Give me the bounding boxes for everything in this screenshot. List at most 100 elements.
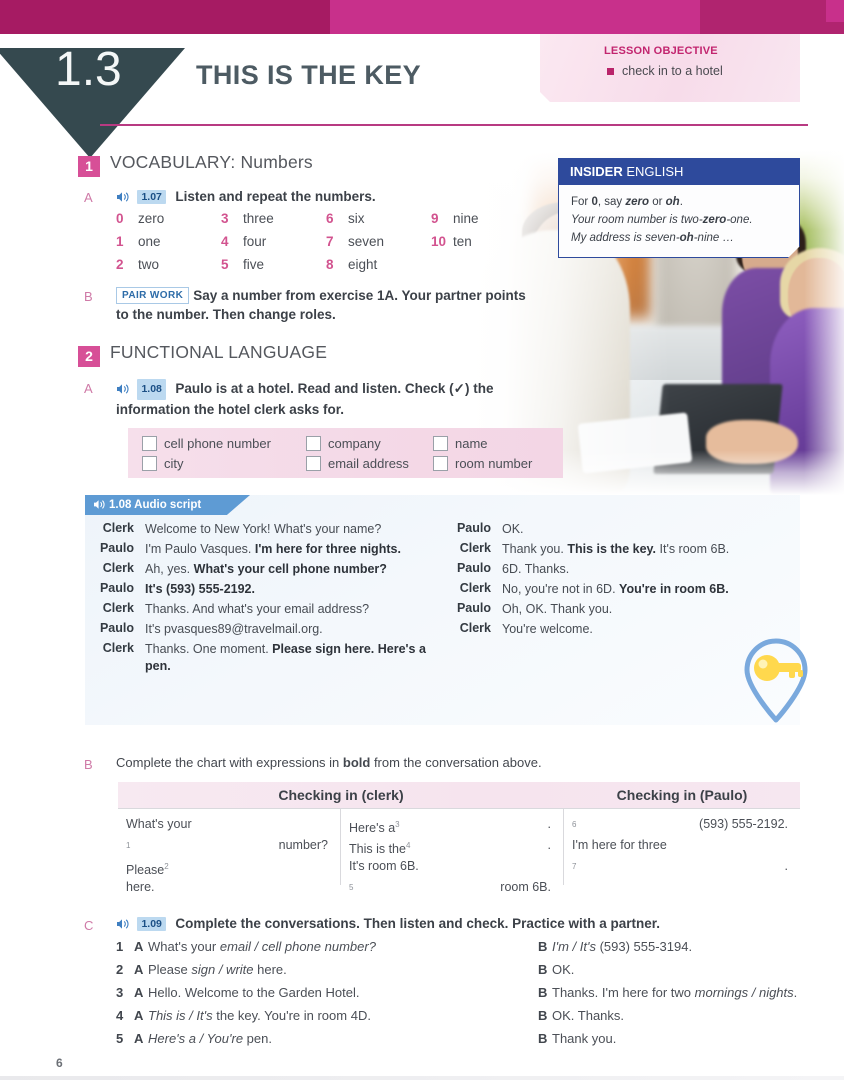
- script-line: Clerk Thanks. One moment. Please sign her…: [85, 641, 442, 675]
- speaker-b-text[interactable]: OK. Thanks.: [552, 1008, 624, 1023]
- number-item: 0 zero: [116, 211, 221, 226]
- checkbox-input[interactable]: [142, 436, 157, 451]
- speaker-b-label: B: [538, 939, 548, 954]
- header-rule: [100, 124, 808, 126]
- script-text: Thank you. This is the key. It's room 6B…: [502, 541, 729, 558]
- chart-line-text: Please: [126, 863, 165, 878]
- chart-line-right: number?: [278, 838, 328, 852]
- speaker-a-text[interactable]: Here's a / You're pen.: [148, 1031, 538, 1046]
- checkbox-input[interactable]: [306, 456, 321, 471]
- numeral: 7: [326, 234, 334, 249]
- header-band-right: [700, 0, 844, 34]
- script-line: Clerk No, you're not in 6D. You're in roo…: [442, 581, 799, 598]
- numeral: 1: [116, 234, 124, 249]
- speaker-icon[interactable]: [116, 190, 130, 208]
- chart-line-text: It's room 6B.: [349, 859, 419, 873]
- t: Please: [148, 962, 192, 977]
- chart-line: here.: [126, 877, 332, 898]
- t: Oh, OK. Thank you.: [502, 602, 613, 616]
- t: Your room number is two-: [571, 214, 703, 226]
- checkbox-input[interactable]: [433, 456, 448, 471]
- instruction-text: Complete the conversations. Then listen …: [175, 916, 660, 931]
- t: .: [679, 196, 683, 208]
- checking-in-chart: Checking in (clerk) Checking in (Paulo) …: [118, 782, 800, 894]
- t: Welcome to New York! What's your name?: [145, 522, 382, 536]
- t: OK.: [552, 962, 575, 977]
- checkbox-input[interactable]: [142, 456, 157, 471]
- checkbox-input[interactable]: [306, 436, 321, 451]
- numeral: 8: [326, 257, 334, 272]
- chart-cell-clerk-1[interactable]: What's your 1 number? Please2 here.: [118, 809, 341, 894]
- chart-line-text: This is the: [349, 842, 406, 857]
- audio-track-badge-109[interactable]: 1.09: [137, 917, 166, 931]
- t: or: [649, 196, 666, 208]
- chart-cell-paulo[interactable]: 6 (593) 555-2192. I'm here for three 7.: [564, 809, 800, 885]
- chart-line-text: here.: [126, 880, 155, 894]
- speaker-b-text[interactable]: Thanks. I'm here for two mornings / nigh…: [552, 985, 797, 1000]
- exercise-2c-instruction: 1.09 Complete the conversations. Then li…: [116, 915, 660, 935]
- script-speaker: Clerk: [459, 541, 491, 555]
- numeral: 4: [221, 234, 229, 249]
- speaker-b-text[interactable]: I'm / It's (593) 555-3194.: [552, 939, 692, 954]
- t: zero: [625, 196, 649, 208]
- speaker-a-text[interactable]: Please sign / write here.: [148, 962, 538, 977]
- chart-blank-marker: 4: [405, 841, 411, 850]
- t: Complete the chart with expressions in: [116, 755, 343, 770]
- conversation-number: 1: [116, 939, 124, 954]
- numbers-grid: 0 zero 3 three 6 six 9 nine 1 one 4 four 7 seve…: [116, 211, 536, 280]
- speaker-b-text[interactable]: OK.: [552, 962, 574, 977]
- checkbox-input[interactable]: [433, 436, 448, 451]
- t: pen.: [243, 1031, 272, 1046]
- t: oh: [679, 232, 694, 244]
- script-text: Ah, yes. What's your cell phone number?: [145, 561, 387, 578]
- script-speaker: Paulo: [456, 601, 491, 615]
- page-number: 6: [56, 1056, 63, 1070]
- audio-track-badge-108[interactable]: 1.08: [137, 379, 166, 400]
- audio-track-badge-107[interactable]: 1.07: [137, 190, 166, 204]
- t: , say: [597, 196, 626, 208]
- t: I'm Paulo Vasques.: [145, 542, 255, 556]
- chart-line-right: .: [547, 838, 551, 852]
- chart-line-right: (593) 555-2192.: [699, 817, 788, 831]
- t: (593) 555-3194.: [595, 939, 693, 954]
- chart-cell-clerk-2[interactable]: Here's a3. This is the4. It's room 6B. 5 roo…: [341, 809, 564, 894]
- t: It's pvasques89@travelmail.org.: [145, 622, 323, 636]
- number-word: one: [138, 234, 161, 249]
- insider-line-2: Your room number is two-zero-one.: [571, 211, 787, 229]
- speaker-b-text[interactable]: Thank you.: [552, 1031, 616, 1046]
- t: Here's a / You're: [148, 1031, 244, 1046]
- insider-title-rest: ENGLISH: [622, 164, 684, 179]
- t: You're welcome.: [502, 622, 593, 636]
- speaker-a-text[interactable]: What's your email / cell phone number?: [148, 939, 538, 954]
- speaker-b-label: B: [538, 985, 548, 1000]
- script-speaker: Clerk: [102, 641, 134, 655]
- speaker-a-text[interactable]: This is / It's the key. You're in room 4…: [148, 1008, 538, 1023]
- script-speaker: Clerk: [102, 601, 134, 615]
- speaker-icon[interactable]: [116, 917, 130, 935]
- number-item: 2 two: [116, 257, 221, 272]
- lesson-objective-label: LESSON OBJECTIVE: [604, 45, 718, 57]
- t: sign / write: [191, 962, 254, 977]
- insider-english-body: For 0, say zero or oh. Your room number …: [558, 185, 800, 258]
- speaker-icon[interactable]: [116, 381, 130, 400]
- t: Thanks. One moment.: [145, 642, 273, 656]
- exercise-1a-instruction: 1.07 Listen and repeat the numbers.: [116, 188, 376, 208]
- script-speaker: Paulo: [99, 541, 134, 555]
- audio-script-banner: 1.08 Audio script: [85, 495, 250, 515]
- number-word: seven: [348, 234, 385, 249]
- chart-line: This is the4.: [349, 835, 555, 856]
- chart-body-row: What's your 1 number? Please2 here. Here's a…: [118, 808, 800, 894]
- speaker-b-label: B: [538, 1031, 548, 1046]
- script-speaker: Paulo: [456, 561, 491, 575]
- chart-line-right: .: [547, 817, 551, 831]
- speaker-a-text[interactable]: Hello. Welcome to the Garden Hotel.: [148, 985, 538, 1000]
- pair-work-badge: PAIR WORK: [116, 287, 190, 304]
- exercise-2a-instruction: 1.08 Paulo is at a hotel. Read and liste…: [116, 379, 536, 419]
- lesson-number: 1.3: [55, 43, 122, 96]
- t: For: [571, 196, 592, 208]
- script-text: No, you're not in 6D. You're in room 6B.: [502, 581, 729, 598]
- t: email / cell phone number?: [219, 939, 376, 954]
- script-text: You're welcome.: [502, 621, 593, 638]
- chart-line-text: Here's a: [349, 821, 396, 836]
- t: oh: [665, 196, 680, 208]
